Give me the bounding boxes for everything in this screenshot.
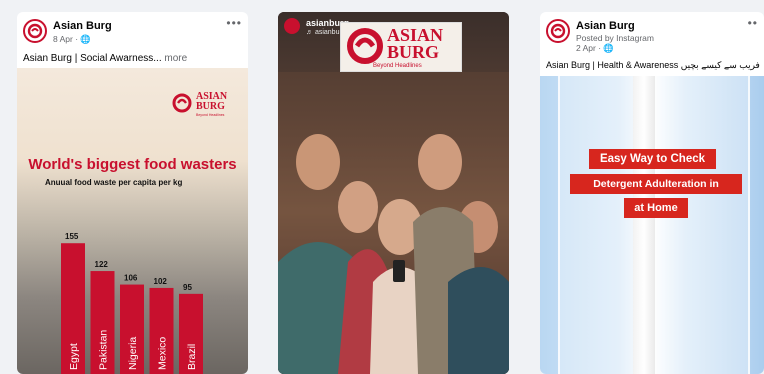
post-date: 2 Apr · bbox=[576, 43, 604, 53]
logo-icon bbox=[347, 28, 383, 64]
page-name[interactable]: Asian Burg bbox=[576, 20, 635, 32]
post-card-1[interactable]: Asian Burg 8 Apr · 🌐 ••• Asian Burg | So… bbox=[17, 12, 248, 374]
reel-image[interactable]: asianburg ♬ asianburg · Original audio A… bbox=[278, 12, 509, 374]
page-avatar[interactable] bbox=[546, 19, 570, 43]
bar-category-label: Nigeria bbox=[127, 337, 139, 370]
post-caption: Asian Burg | Health & Awareness فریب سے … bbox=[546, 60, 760, 70]
banner-line-3: at Home bbox=[624, 198, 688, 218]
bar-chart: 155 Egypt 122 Pakistan 106 Nigeria 102 Mexico 95… bbox=[61, 232, 203, 374]
post-meta: 2 Apr · 🌐 bbox=[576, 43, 614, 54]
post-date: 8 Apr · bbox=[53, 34, 81, 44]
globe-icon: 🌐 bbox=[80, 34, 91, 44]
bar-value-label: 155 bbox=[65, 232, 79, 241]
logo-tagline: Beyond Headlines bbox=[373, 63, 422, 69]
bar-category-label: Mexico bbox=[157, 337, 169, 370]
logo-word-2: BURG bbox=[387, 42, 440, 62]
banner-line-2: Detergent Adulteration in bbox=[570, 174, 742, 194]
page-name[interactable]: Asian Burg bbox=[53, 20, 112, 32]
page-avatar[interactable] bbox=[23, 19, 47, 43]
bar-value-label: 106 bbox=[124, 274, 138, 283]
post-image[interactable]: Easy Way to Check Detergent Adulteration… bbox=[540, 76, 764, 374]
posted-by: Posted by Instagram bbox=[576, 33, 654, 43]
milk-stream bbox=[633, 76, 655, 374]
reel-logo: ASIAN BURG Beyond Headlines bbox=[340, 22, 462, 72]
post-caption: Asian Burg | Social Awarness... more bbox=[23, 53, 187, 64]
post-card-3[interactable]: Asian Burg Posted by Instagram 2 Apr · 🌐… bbox=[540, 12, 764, 374]
caption-text: Asian Burg | Social Awarness... bbox=[23, 53, 162, 64]
reel-avatar[interactable] bbox=[284, 18, 300, 34]
post-meta: 8 Apr · 🌐 bbox=[53, 34, 91, 45]
see-more-link[interactable]: more bbox=[162, 53, 187, 64]
post-image[interactable]: ASIAN BURG Beyond Headlines World's bigg… bbox=[17, 68, 248, 374]
bar-value-label: 122 bbox=[95, 260, 109, 269]
bar-category-label: Pakistan bbox=[98, 330, 110, 370]
bar-category-label: Egypt bbox=[68, 343, 80, 370]
bar-category-label: Brazil bbox=[186, 344, 198, 370]
post-card-2[interactable]: asianburg ♬ asianburg · Original audio A… bbox=[278, 12, 509, 374]
more-options-icon[interactable]: ••• bbox=[226, 16, 242, 30]
bar-value-label: 102 bbox=[154, 277, 168, 286]
globe-icon: 🌐 bbox=[603, 43, 614, 53]
banner-line-1: Easy Way to Check bbox=[589, 149, 716, 169]
bar-value-label: 95 bbox=[183, 283, 192, 292]
more-options-icon[interactable]: •• bbox=[748, 16, 758, 30]
